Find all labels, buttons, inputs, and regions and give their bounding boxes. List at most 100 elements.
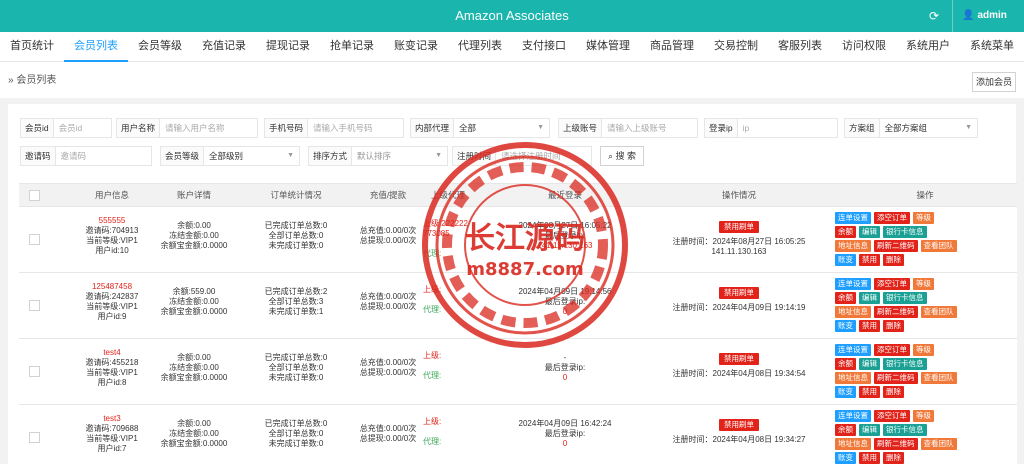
parent-account: 上级: — [423, 351, 442, 360]
table-row: 125487458 邀请码:242837 当前等级:VIP1 用户id:9 余额:559… — [19, 273, 1017, 339]
action-button-line3-0[interactable]: 地址信息 — [835, 372, 871, 384]
disable-grab-button[interactable]: 禁用刷单 — [719, 353, 759, 365]
filter-username-input[interactable] — [160, 119, 282, 137]
action-button-line1-1[interactable]: 添空订单 — [874, 344, 910, 356]
action-button-line1-1[interactable]: 添空订单 — [874, 212, 910, 224]
action-button-line1-0[interactable]: 连单设置 — [835, 212, 871, 224]
action-button-line4-1[interactable]: 禁用 — [859, 386, 880, 398]
register-ip: 141.11.130.163 — [711, 247, 767, 256]
search-button[interactable]: ⌕ 搜 索 — [600, 146, 644, 166]
action-button-line3-2[interactable]: 查看团队 — [920, 306, 957, 318]
filter-register-time-label: 注册时间 — [453, 147, 497, 165]
disable-grab-button[interactable]: 禁用刷单 — [719, 221, 759, 233]
action-button-line2-1[interactable]: 编辑 — [859, 292, 880, 304]
action-button-line4-0[interactable]: 账变 — [835, 386, 856, 398]
filter-phone: 手机号码 — [264, 118, 430, 138]
nav-item-15[interactable]: 系统菜单 — [960, 32, 1024, 62]
filter-register-time-input[interactable] — [496, 147, 618, 165]
action-button-line4-0[interactable]: 账变 — [835, 452, 856, 464]
action-button-line3-2[interactable]: 查看团队 — [920, 372, 957, 384]
action-button-line1-2[interactable]: 等级 — [913, 278, 934, 290]
nav-item-3[interactable]: 充值记录 — [192, 32, 256, 62]
action-button-line1-2[interactable]: 等级 — [913, 344, 934, 356]
action-button-line2-2[interactable]: 银行卡信息 — [883, 424, 927, 436]
table-cell: 2024年08月27日 16:05:22 最后登录ip: 141.11.130.16… — [505, 221, 625, 251]
action-button-line1-1[interactable]: 添空订单 — [874, 410, 910, 422]
nav-item-2[interactable]: 会员等级 — [128, 32, 192, 62]
row-checkbox[interactable] — [29, 300, 40, 311]
action-button-line2-1[interactable]: 编辑 — [859, 226, 880, 238]
action-button-line4-2[interactable]: 删除 — [883, 386, 904, 398]
nav-item-10[interactable]: 商品管理 — [640, 32, 704, 62]
filter-invite-input[interactable] — [55, 147, 177, 165]
action-button-line4-2[interactable]: 删除 — [883, 452, 904, 464]
search-button-label: 搜 索 — [615, 151, 637, 161]
nav-item-6[interactable]: 账变记录 — [384, 32, 448, 62]
disable-grab-button[interactable]: 禁用刷单 — [719, 419, 759, 431]
row-checkbox[interactable] — [29, 234, 40, 245]
action-button-line1-0[interactable]: 连单设置 — [835, 344, 871, 356]
nav-item-4[interactable]: 提现记录 — [256, 32, 320, 62]
nav-item-12[interactable]: 客服列表 — [768, 32, 832, 62]
action-button-line3-2[interactable]: 查看团队 — [920, 240, 957, 252]
action-button-line3-0[interactable]: 地址信息 — [835, 438, 871, 450]
action-button-line2-2[interactable]: 银行卡信息 — [883, 226, 927, 238]
filter-sort-select[interactable]: 默认排序 ▼ — [352, 147, 447, 165]
search-icon: ⌕ — [607, 151, 613, 161]
action-button-line4-2[interactable]: 删除 — [883, 254, 904, 266]
register-time: 注册时间：2024年04月09日 19:14:19 — [672, 303, 806, 312]
nav-item-11[interactable]: 交易控制 — [704, 32, 768, 62]
action-button-line2-1[interactable]: 编辑 — [859, 424, 880, 436]
action-button-line2-2[interactable]: 银行卡信息 — [883, 358, 927, 370]
refresh-icon[interactable]: ⟳ — [926, 8, 942, 24]
action-button-line2-1[interactable]: 编辑 — [859, 358, 880, 370]
filter-level-select[interactable]: 全部级别 ▼ — [204, 147, 299, 165]
action-button-line3-0[interactable]: 地址信息 — [835, 240, 871, 252]
action-button-line2-0[interactable]: 余额 — [835, 358, 856, 370]
filter-id-label: 会员id — [21, 119, 54, 137]
agent-label: 代理: — [423, 249, 442, 258]
row-checkbox[interactable] — [29, 366, 40, 377]
parent-account-extra: 773085 — [423, 229, 450, 238]
action-button-line1-2[interactable]: 等级 — [913, 212, 934, 224]
user-menu[interactable]: 👤 admin — [962, 0, 1010, 32]
action-button-line3-1[interactable]: 刷新二维码 — [874, 306, 918, 318]
action-button-line2-0[interactable]: 余额 — [835, 226, 856, 238]
filter-login-ip-input[interactable] — [737, 119, 859, 137]
row-checkbox[interactable] — [29, 432, 40, 443]
nav-item-8[interactable]: 支付接口 — [512, 32, 576, 62]
action-button-line3-0[interactable]: 地址信息 — [835, 306, 871, 318]
action-button-line4-1[interactable]: 禁用 — [859, 452, 880, 464]
action-button-line4-2[interactable]: 删除 — [883, 320, 904, 332]
action-button-line3-1[interactable]: 刷新二维码 — [874, 240, 918, 252]
nav-item-14[interactable]: 系统用户 — [896, 32, 960, 62]
nav-item-0[interactable]: 首页统计 — [0, 32, 64, 62]
nav-item-7[interactable]: 代理列表 — [448, 32, 512, 62]
nav-item-1[interactable]: 会员列表 — [64, 32, 128, 62]
filter-internal-agent-select[interactable]: 全部 ▼ — [454, 119, 549, 137]
select-all-checkbox[interactable] — [29, 190, 40, 201]
action-button-line4-1[interactable]: 禁用 — [859, 320, 880, 332]
action-button-line1-0[interactable]: 连单设置 — [835, 278, 871, 290]
nav-item-13[interactable]: 访问权限 — [832, 32, 896, 62]
action-line: 地址信息 刷新二维码 查看团队 — [835, 438, 1015, 450]
action-button-line1-0[interactable]: 连单设置 — [835, 410, 871, 422]
action-button-line1-1[interactable]: 添空订单 — [874, 278, 910, 290]
add-member-button[interactable]: 添加会员 — [972, 72, 1016, 92]
action-button-line4-0[interactable]: 账变 — [835, 254, 856, 266]
action-button-line2-0[interactable]: 余额 — [835, 424, 856, 436]
disable-grab-button[interactable]: 禁用刷单 — [719, 287, 759, 299]
action-line: 地址信息 刷新二维码 查看团队 — [835, 372, 1015, 384]
action-button-line2-2[interactable]: 银行卡信息 — [883, 292, 927, 304]
action-button-line3-1[interactable]: 刷新二维码 — [874, 438, 918, 450]
action-button-line1-2[interactable]: 等级 — [913, 410, 934, 422]
register-time: 注册时间：2024年04月08日 19:34:54 — [672, 369, 806, 378]
nav-item-5[interactable]: 抢单记录 — [320, 32, 384, 62]
nav-item-9[interactable]: 媒体管理 — [576, 32, 640, 62]
action-button-line4-0[interactable]: 账变 — [835, 320, 856, 332]
action-button-line4-1[interactable]: 禁用 — [859, 254, 880, 266]
action-button-line2-0[interactable]: 余额 — [835, 292, 856, 304]
action-button-line3-1[interactable]: 刷新二维码 — [874, 372, 918, 384]
action-button-line3-2[interactable]: 查看团队 — [920, 438, 957, 450]
filter-plan-group-select[interactable]: 全部方案组 ▼ — [880, 119, 977, 137]
